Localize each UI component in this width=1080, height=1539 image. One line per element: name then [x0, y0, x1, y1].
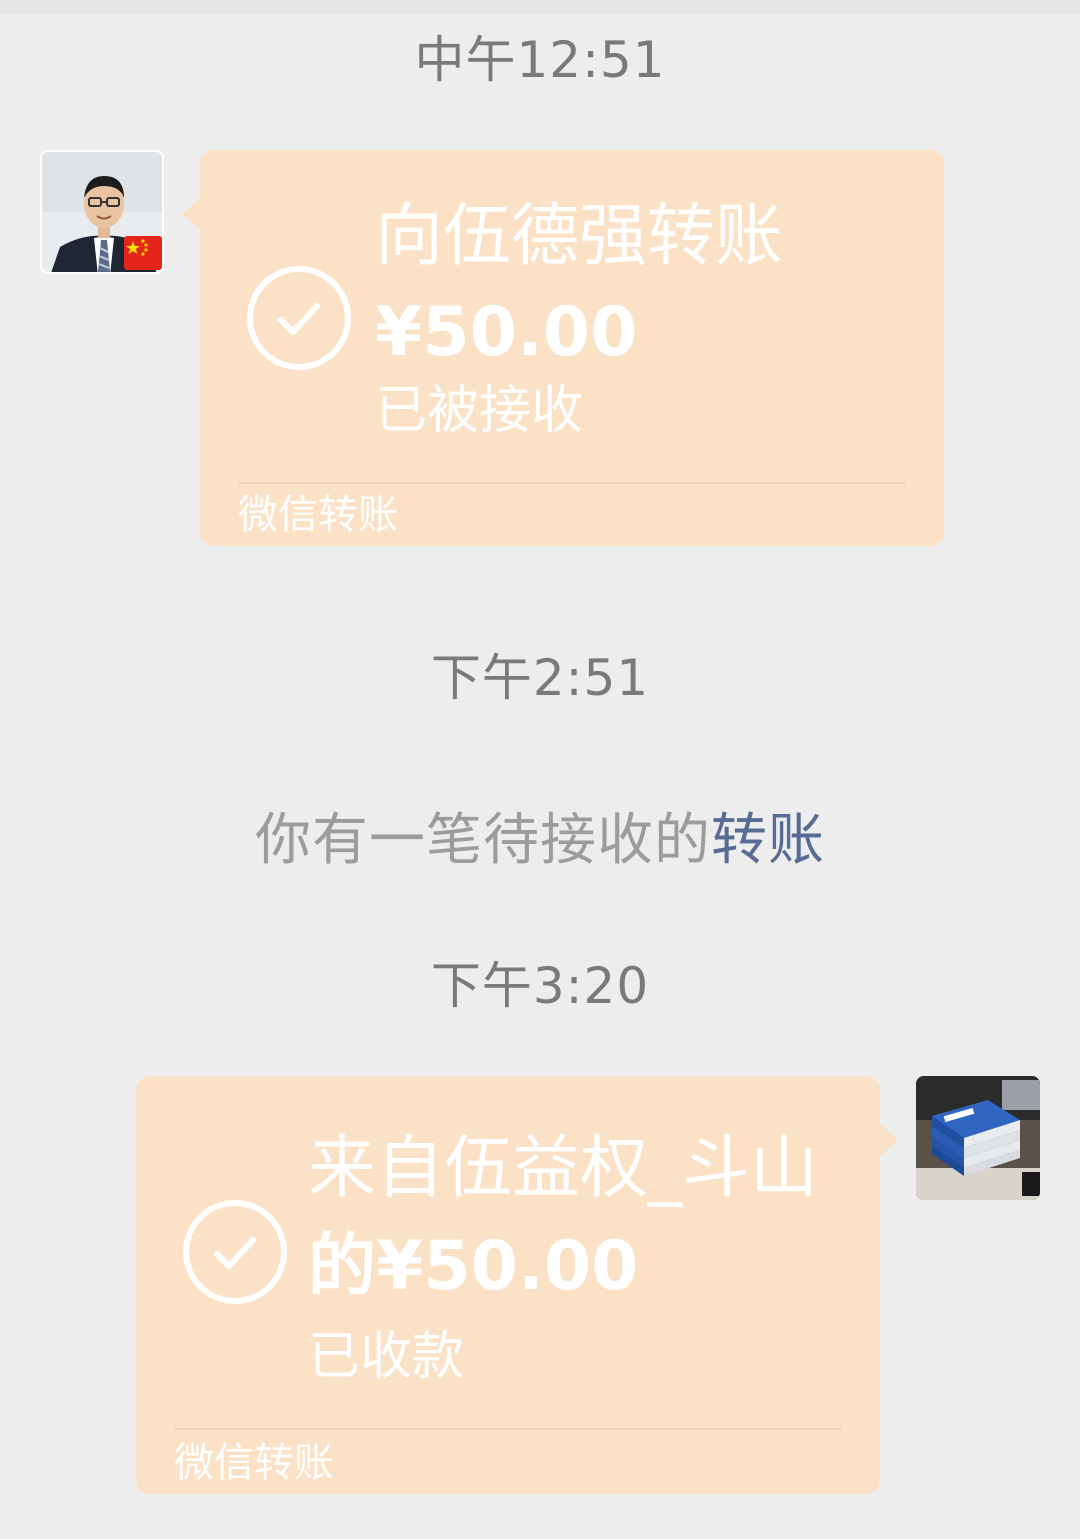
transfer-card-received[interactable]: 来自伍益权_斗山 的¥50.00 已收款 微信转账	[136, 1076, 898, 1494]
card-divider	[174, 1428, 842, 1430]
china-flag-icon	[124, 236, 162, 270]
transfer-title: 向伍德强转账	[375, 197, 784, 276]
check-circle-icon	[247, 266, 351, 370]
my-avatar[interactable]	[916, 1076, 1040, 1200]
transfer-card-sent[interactable]: 向伍德强转账 ¥50.00 已被接收 微信转账	[182, 150, 944, 546]
avatar-books-icon	[916, 1076, 1040, 1200]
transfer-status: 已收款	[308, 1327, 465, 1387]
system-notice: 你有一笔待接收的转账	[0, 806, 1080, 876]
timestamp: 中午12:51	[414, 31, 666, 89]
transfer-footer-label: 微信转账	[238, 492, 398, 538]
system-notice-link[interactable]: 转账	[711, 808, 825, 873]
transfer-amount: 的¥50.00	[308, 1227, 639, 1306]
transfer-status: 已被接收	[375, 381, 584, 441]
bubble-tail	[880, 1124, 898, 1156]
chat-screen: 中午12:51 向伍德强转账 ¥50.00 已被接收 微信转账 下午2:51 你…	[0, 0, 1080, 1539]
card-divider	[238, 482, 906, 484]
contact-avatar[interactable]	[40, 150, 164, 274]
system-notice-text: 你有一笔待接收的	[255, 808, 711, 873]
timestamp: 下午2:51	[430, 649, 650, 707]
transfer-title: 来自伍益权_斗山	[308, 1129, 819, 1208]
timestamp: 下午3:20	[430, 957, 650, 1015]
bubble-tail	[182, 198, 200, 230]
transfer-footer-label: 微信转账	[174, 1440, 334, 1486]
transfer-amount: ¥50.00	[375, 293, 638, 372]
check-circle-icon	[183, 1200, 287, 1304]
